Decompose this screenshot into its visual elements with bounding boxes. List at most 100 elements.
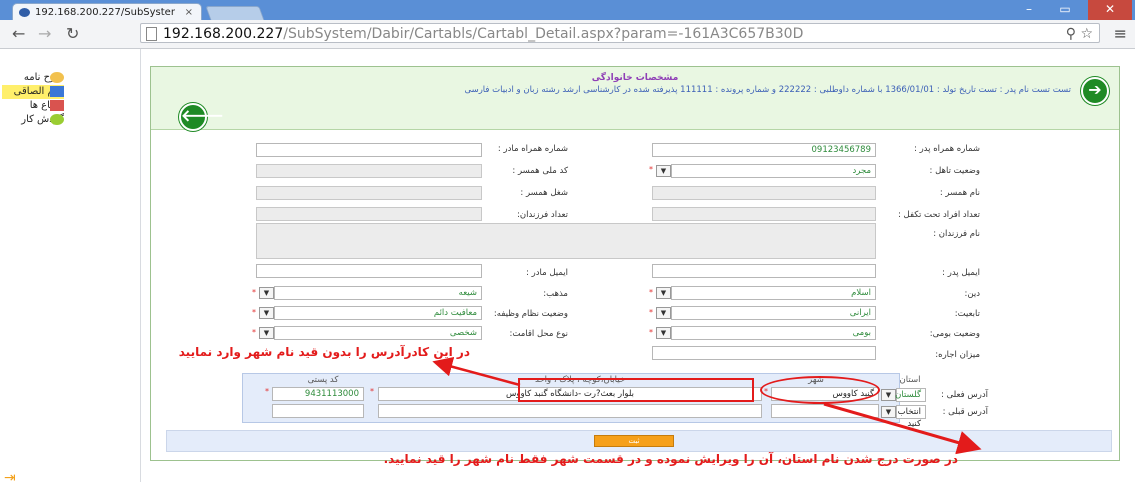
current-address-label: آدرس فعلی : [941,390,988,400]
spouse-nid-field[interactable] [256,164,482,178]
sidebar-item-letter-desc[interactable]: شرح نامه [2,71,64,85]
url-path: /SubSystem/Dabir/Cartabls/Cartabl_Detail… [283,26,804,42]
col-province: استان [899,375,921,385]
tab-close-icon[interactable]: × [185,4,193,21]
residence-label: نوع محل اقامت: [509,329,569,339]
page-icon [146,27,157,41]
form-icon [50,86,64,97]
military-dropdown-icon[interactable]: ▼ [259,307,274,319]
dependents-label: تعداد افراد تحت تکفل : [897,210,980,220]
children-count-field[interactable] [256,207,482,221]
father-mobile-field[interactable]: 09123456789 [652,143,876,157]
sidebar: شرح نامه فرم الصاقی ارجاع ها گردش کار [0,49,141,482]
required-icon: * [649,165,653,174]
browser-tab[interactable]: 192.168.200.227/SubSyster × [12,3,202,20]
province-dropdown-icon[interactable]: ▼ [881,406,896,418]
residence-select[interactable]: شخصی [274,326,482,340]
rent-field[interactable] [652,346,876,360]
father-email-field[interactable] [652,264,876,278]
sidebar-item-workflow[interactable]: گردش کار [2,113,64,127]
spouse-nid-label: کد ملی همسر : [512,166,568,176]
previous-address-label: آدرس قبلی : [942,407,988,417]
mother-mobile-field[interactable] [256,143,482,157]
spouse-job-field[interactable] [256,186,482,200]
zoom-bookmark-icons[interactable]: ⚲ ☆ [1066,24,1093,42]
father-mobile-label: شماره همراه پدر : [914,144,980,154]
menu-icon[interactable]: ≡ [1114,24,1127,43]
student-info: تست تست نام پدر : تست تاریخ تولد : 1366/… [464,85,1071,95]
header-panel: مشخصات خانوادگی تست تست نام پدر : تست تا… [151,67,1119,131]
sect-select[interactable]: شیعه [274,286,482,300]
street-highlight-box [518,378,754,402]
native-label: وضعیت بومی: [929,329,980,339]
maximize-icon[interactable]: ▭ [1048,0,1082,20]
native-select[interactable]: بومی [671,326,876,340]
referral-icon [50,100,64,111]
current-postal-field[interactable]: 9431113000 [272,387,364,401]
required-icon: * [370,387,374,396]
father-email-label: ایمیل پدر : [942,268,980,278]
current-province-select[interactable]: گلستان [895,388,926,402]
nationality-dropdown-icon[interactable]: ▼ [656,307,671,319]
children-names-textarea[interactable] [256,223,876,259]
residence-dropdown-icon[interactable]: ▼ [259,327,274,339]
back-icon[interactable]: ← [12,24,25,44]
spouse-name-label: نام همسر : [939,188,980,198]
required-icon: * [252,308,256,317]
marital-select[interactable]: مجرد [671,164,876,178]
sidebar-item-attachment-form[interactable]: فرم الصاقی [2,85,64,99]
annotation-note-2: در صورت درج شدن نام استان، آن را ویرایش … [383,452,958,466]
city-highlight-ellipse [760,376,880,404]
military-label: وضعیت نظام وظیفه: [493,309,568,319]
workflow-icon [50,114,64,125]
mother-mobile-label: شماره همراه مادر : [497,144,568,154]
sidebar-item-referrals[interactable]: ارجاع ها [2,99,64,113]
children-names-label: نام فرزندان : [933,229,980,239]
section-title: مشخصات خانوادگی [591,73,679,83]
previous-street-field[interactable] [378,404,762,418]
previous-city-field[interactable] [771,404,879,418]
next-arrow-icon[interactable]: ➔ [1081,77,1109,105]
required-icon: * [252,328,256,337]
marital-label: وضعیت تاهل : [929,166,980,176]
military-select[interactable]: معافیت دائم [274,306,482,320]
mother-email-label: ایمیل مادر : [526,268,568,278]
minimize-icon[interactable]: – [1012,0,1046,20]
required-icon: * [649,328,653,337]
nationality-select[interactable]: ایرانی [671,306,876,320]
religion-select[interactable]: اسلام [671,286,876,300]
previous-province-select[interactable]: انتخاب کنید [896,405,926,429]
native-dropdown-icon[interactable]: ▼ [656,327,671,339]
previous-postal-field[interactable] [272,404,364,418]
religion-dropdown-icon[interactable]: ▼ [656,287,671,299]
mother-email-field[interactable] [256,264,482,278]
required-icon: * [649,288,653,297]
address-bar[interactable]: 192.168.200.227/SubSystem/Dabir/Cartabls… [140,23,1100,43]
tab-title: 192.168.200.227/SubSyster [35,7,175,18]
back-arrow-icon[interactable]: 🡐 [179,103,224,131]
annotation-note-1: در این کادرآدرس را بدون قید نام شهر وارد… [178,345,470,359]
col-postal: کد پستی [307,375,339,385]
spouse-job-label: شغل همسر : [520,188,568,198]
dependents-field[interactable] [652,207,876,221]
religion-label: دین: [964,289,981,299]
close-window-icon[interactable]: ✕ [1088,0,1132,20]
save-button[interactable]: ثبت [594,435,674,447]
browser-tab-bar: 192.168.200.227/SubSyster × – ▭ ✕ [0,0,1135,21]
favicon-icon [19,8,30,17]
browser-toolbar: ← → ↻ 192.168.200.227/SubSystem/Dabir/Ca… [0,20,1135,49]
province-dropdown-icon[interactable]: ▼ [881,389,896,401]
forward-icon[interactable]: → [38,24,51,44]
reload-icon[interactable]: ↻ [66,24,79,44]
children-count-label: تعداد فرزندان: [517,210,568,220]
sect-label: مذهب: [543,289,568,299]
spouse-name-field[interactable] [652,186,876,200]
collapse-arrow-icon[interactable]: ⇥ [4,470,16,486]
required-icon: * [252,288,256,297]
sect-dropdown-icon[interactable]: ▼ [259,287,274,299]
nationality-label: تابعیت: [954,309,980,319]
marital-dropdown-icon[interactable]: ▼ [656,165,671,177]
required-icon: * [649,308,653,317]
new-tab-button[interactable] [205,6,265,21]
url-host: 192.168.200.227 [163,26,284,42]
